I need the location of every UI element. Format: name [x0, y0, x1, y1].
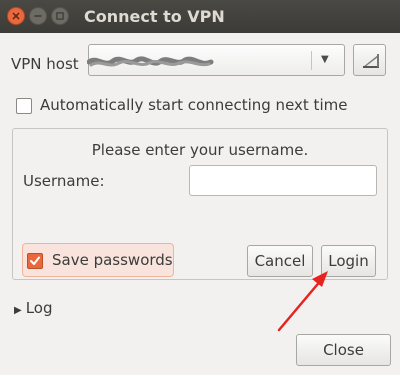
window-minimize-icon[interactable]: [29, 7, 47, 25]
vpn-host-combo[interactable]: ▼: [87, 44, 345, 76]
checkmark-icon: [30, 256, 40, 265]
disclosure-triangle-icon[interactable]: ▶: [14, 305, 22, 316]
window-titlebar[interactable]: Connect to VPN: [0, 0, 400, 33]
log-expander[interactable]: ▶ Log: [14, 299, 53, 317]
username-prompt: Please enter your username.: [91, 141, 309, 159]
auto-connect-checkbox[interactable]: [16, 98, 32, 114]
window-close-icon[interactable]: [7, 7, 25, 25]
vpn-host-label: VPN host: [11, 55, 79, 73]
login-button[interactable]: Login: [321, 245, 376, 277]
window-maximize-icon[interactable]: [51, 7, 69, 25]
chevron-down-icon[interactable]: ▼: [321, 54, 329, 65]
save-passwords-option[interactable]: Save passwords: [22, 243, 174, 277]
combo-separator: [311, 51, 312, 70]
auto-connect-label[interactable]: Automatically start connecting next time: [40, 96, 347, 114]
host-action-button[interactable]: [353, 44, 386, 76]
redaction-scribble: [87, 56, 214, 67]
cancel-button[interactable]: Cancel: [247, 245, 313, 277]
save-passwords-checkbox[interactable]: [27, 253, 43, 269]
close-button[interactable]: Close: [296, 334, 391, 366]
username-label: Username:: [23, 172, 105, 190]
dialog-content: VPN host ▼ Automatically start connectin…: [0, 33, 400, 375]
save-passwords-label[interactable]: Save passwords: [52, 251, 173, 269]
username-input[interactable]: [189, 165, 377, 196]
log-label[interactable]: Log: [26, 299, 53, 317]
window-title: Connect to VPN: [84, 7, 225, 26]
network-certificate-icon: [363, 54, 379, 68]
